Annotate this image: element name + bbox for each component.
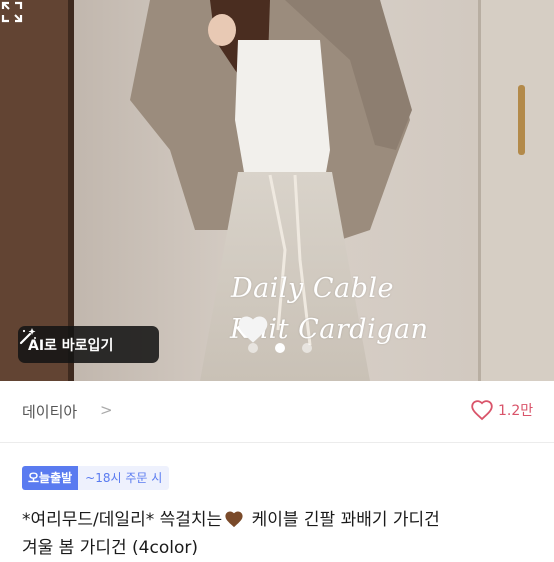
badge-order-cutoff: ~18시 주문 시 (78, 466, 170, 490)
ai-try-on-label: AI로 바로입기 (28, 337, 114, 354)
chevron-right-icon: > (100, 401, 113, 419)
expand-icon[interactable] (0, 0, 24, 24)
carousel-dot-active[interactable] (275, 343, 285, 353)
delivery-badge: 오늘출발 ~18시 주문 시 (22, 466, 170, 490)
carousel-indicator (248, 343, 312, 353)
title-line2: 겨울 봄 가디건 (4color) (22, 538, 198, 558)
like-count: 1.2만 (498, 403, 534, 419)
carousel-dot[interactable] (302, 343, 312, 353)
magic-wand-icon (19, 328, 36, 345)
badge-today-shipping: 오늘출발 (22, 466, 79, 490)
overlay-text-line1: Daily Cable (231, 273, 395, 304)
shop-name[interactable]: 데이티아 (22, 401, 77, 422)
heart-outline-icon (471, 400, 493, 421)
brown-heart-icon (225, 511, 243, 528)
title-part1: *여리무드/데일리* 쓱걸치는 (22, 510, 223, 530)
product-image[interactable]: Daily Cable Knit Cardigan AI로 바로입기 (0, 0, 554, 381)
overlay-text-line2: Knit Cardigan (230, 314, 428, 345)
like-button[interactable]: 1.2만 (470, 399, 533, 421)
divider (0, 442, 554, 443)
title-part2: 케이블 긴팔 꽈배기 가디건 (246, 510, 440, 530)
shop-row[interactable]: 데이티아 > 1.2만 (0, 381, 554, 442)
carousel-dot[interactable] (248, 343, 258, 353)
white-heart-icon (238, 316, 268, 343)
ai-try-on-button[interactable]: AI로 바로입기 (18, 326, 159, 363)
